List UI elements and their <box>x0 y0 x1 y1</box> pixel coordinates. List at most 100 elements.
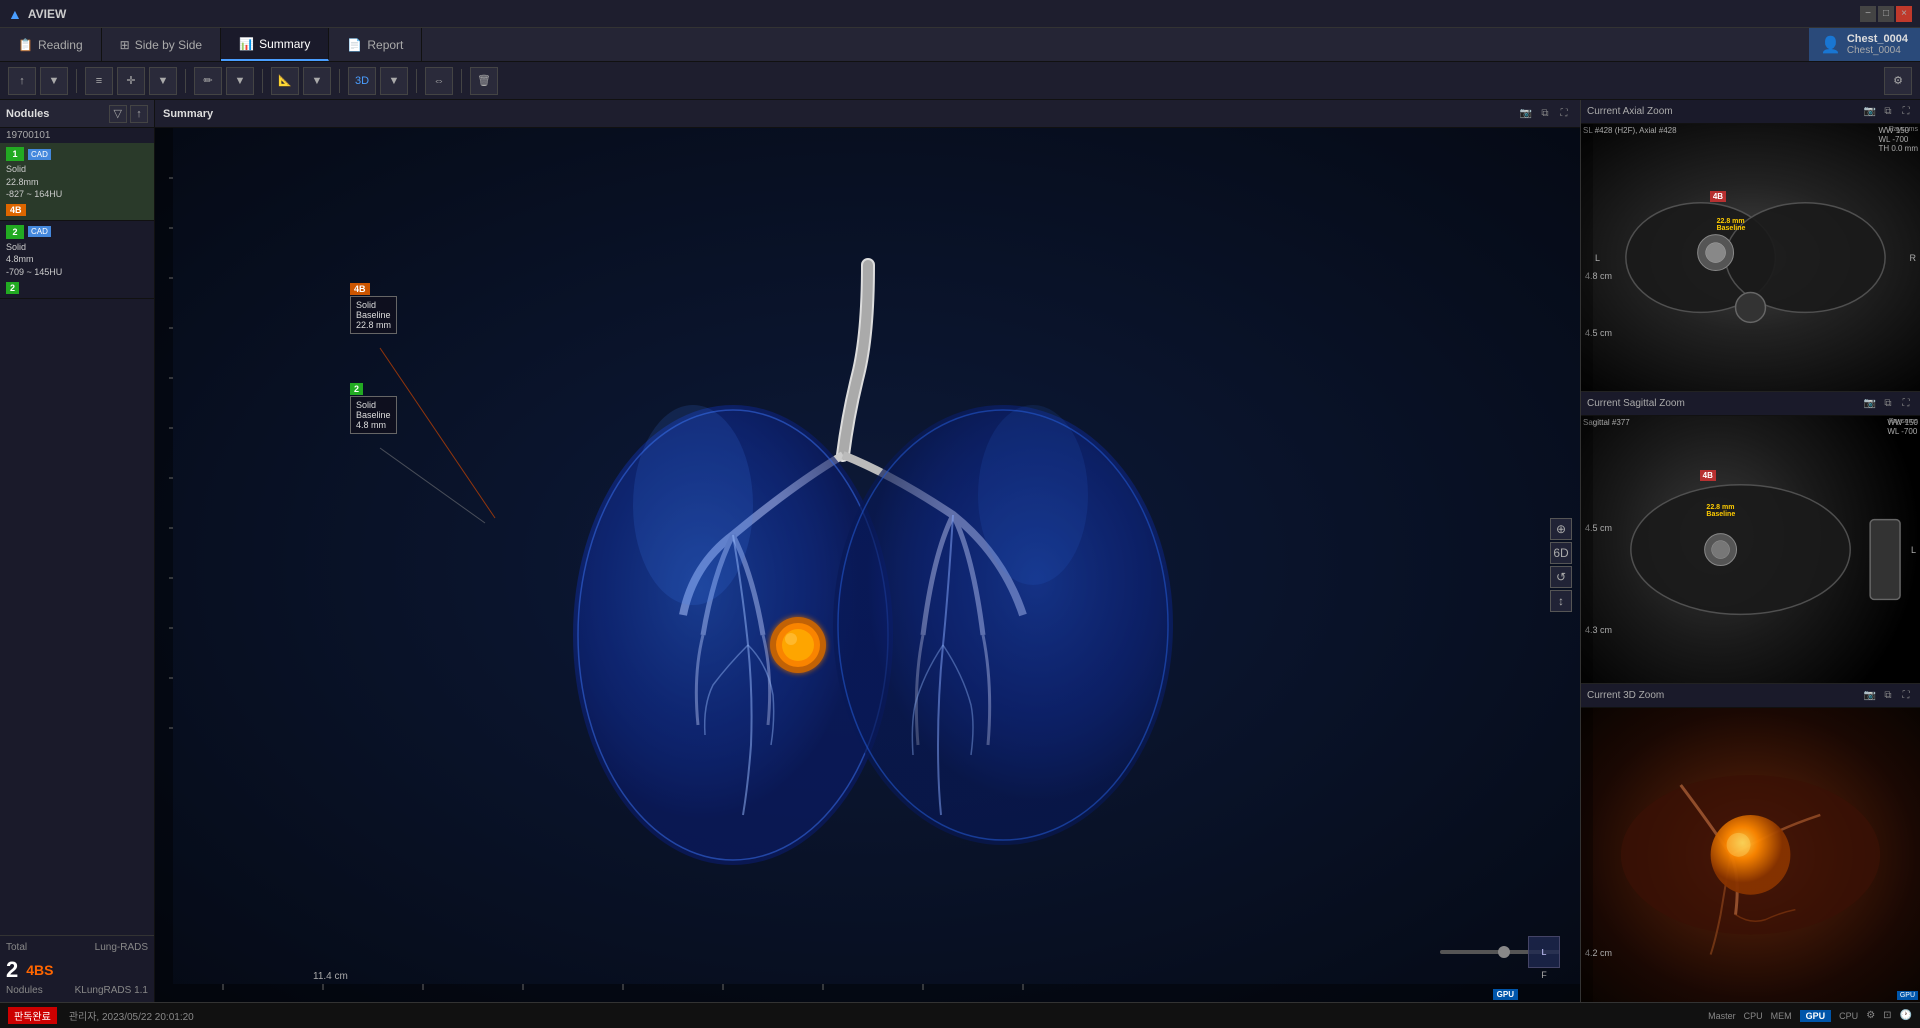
3d-zoom-content: 4.2 cm GPU <box>1581 708 1920 1002</box>
nodule-2-detail: Solid Baseline 4.8 mm <box>350 396 397 434</box>
sagittal-camera-icon[interactable]: 📷 <box>1862 396 1878 412</box>
nodules-sublabel: Nodules <box>6 985 43 996</box>
gpu-3d-button[interactable]: GPU <box>1493 989 1518 1000</box>
tab-sidebyside[interactable]: ⊞ Side by Side <box>102 28 221 61</box>
toolbar-sep-1 <box>76 69 77 93</box>
ct-3d-button[interactable]: 3D <box>348 67 376 95</box>
axial-ruler-v <box>1581 124 1593 391</box>
summary-view-title: Summary <box>163 108 213 120</box>
sagittal-title: Current Sagittal Zoom <box>1587 398 1685 409</box>
view-controls: 📷 ⧉ ⛶ <box>1518 106 1572 122</box>
report-icon: 📄 <box>347 38 362 52</box>
brightness-handle[interactable] <box>1498 946 1510 958</box>
nodule-2-cad-badge: CAD <box>28 226 51 237</box>
settings-button[interactable]: ⚙ <box>1884 67 1912 95</box>
nodules-sort-button[interactable]: ↑ <box>130 105 148 123</box>
center-area: Summary 📷 ⧉ ⛶ <box>155 100 1580 1002</box>
cpu-label: CPU <box>1744 1011 1763 1021</box>
sagittal-window-icon[interactable]: ⧉ <box>1880 396 1896 412</box>
sagittal-l-label: L <box>1911 545 1916 555</box>
tab-reading[interactable]: 📋 Reading <box>0 28 102 61</box>
axial-camera-icon[interactable]: 📷 <box>1862 104 1878 120</box>
3d-window-icon[interactable]: ⧉ <box>1880 688 1896 704</box>
axial-header: Current Axial Zoom 📷 ⧉ ⛶ <box>1581 100 1920 124</box>
nodule-4b-badge: 4B <box>350 283 370 295</box>
align-button[interactable]: ⇔ <box>425 67 453 95</box>
zoom-in-button[interactable]: ⊕ <box>1550 518 1572 540</box>
nodule-4b-baseline: Baseline <box>356 310 391 320</box>
nodules-header-controls: ▽ ↑ <box>109 105 148 123</box>
tabbar: 📋 Reading ⊞ Side by Side 📊 Summary 📄 Rep… <box>0 28 1920 62</box>
status-badge: 판독완료 <box>8 1007 57 1024</box>
axial-scan: SL #428 (H2F), Axial #428 WW 150 WL -700… <box>1581 124 1920 391</box>
nodules-header: Nodules ▽ ↑ <box>0 100 154 128</box>
axial-sl-label: SL #428 (H2F), Axial #428 <box>1583 126 1677 135</box>
crosshair-button[interactable]: ✛ <box>117 67 145 95</box>
axial-window-icon[interactable]: ⧉ <box>1880 104 1896 120</box>
axial-l-label: L <box>1595 253 1600 263</box>
tab-summary[interactable]: 📊 Summary <box>221 28 329 61</box>
fullscreen-icon[interactable]: ⛶ <box>1556 106 1572 122</box>
delete-button[interactable]: 🗑 <box>470 67 498 95</box>
nodule-4b-detail: Solid Baseline 22.8 mm <box>350 296 397 334</box>
axial-svg <box>1581 124 1920 391</box>
window-icon[interactable]: ⧉ <box>1537 106 1553 122</box>
k-lung-label: KLungRADS 1.1 <box>75 985 148 996</box>
ruler-vertical <box>155 128 173 1002</box>
sagittal-fullscreen-icon[interactable]: ⛶ <box>1898 396 1914 412</box>
settings-icon[interactable]: ⚙ <box>1866 1010 1875 1021</box>
tab-report[interactable]: 📄 Report <box>329 28 422 61</box>
sagittal-scan: Sagittal #377 WW 150 WL -700 4B 22.8 mm … <box>1581 416 1920 683</box>
main-content: Nodules ▽ ↑ 19700101 1 CAD Solid 22.8mm … <box>0 100 1920 1002</box>
measure-button[interactable]: 📐 <box>271 67 299 95</box>
orientation-labels: L F <box>1528 936 1560 980</box>
layout-button[interactable]: ≡ <box>85 67 113 95</box>
close-button[interactable]: × <box>1896 6 1912 22</box>
scroll-dropdown-button[interactable]: ▼ <box>40 67 68 95</box>
scroll-up-button[interactable]: ↑ <box>8 67 36 95</box>
toolbar-right: ⚙ <box>1884 67 1912 95</box>
camera-icon[interactable]: 📷 <box>1518 106 1534 122</box>
3d-fullscreen-icon[interactable]: ⛶ <box>1898 688 1914 704</box>
tab-reading-label: Reading <box>38 38 83 52</box>
toolbar-sep-2 <box>185 69 186 93</box>
nodule-item-1[interactable]: 1 CAD Solid 22.8mm -827 ~ 164HU 4B <box>0 143 154 221</box>
patient-id: Chest_0004 <box>1847 33 1908 45</box>
3d-camera-icon[interactable]: 📷 <box>1862 688 1878 704</box>
nodule-item-2[interactable]: 2 CAD Solid 4.8mm -709 ~ 145HU 2 <box>0 221 154 299</box>
titlebar-controls[interactable]: − □ × <box>1860 6 1912 22</box>
sagittal-panel: Current Sagittal Zoom 📷 ⧉ ⛶ <box>1581 392 1920 684</box>
app-icon: ▲ <box>8 6 22 22</box>
zoom-out-button[interactable]: 6D <box>1550 542 1572 564</box>
nodules-filter-button[interactable]: ▽ <box>109 105 127 123</box>
lung-svg <box>493 255 1243 875</box>
axial-raysums: Raysums <box>1889 126 1918 133</box>
gpu-button[interactable]: GPU <box>1800 1010 1832 1022</box>
crosshair-dropdown-button[interactable]: ▼ <box>149 67 177 95</box>
ruler-horizontal <box>173 984 1580 1002</box>
pen-button[interactable]: ✏ <box>194 67 222 95</box>
sagittal-ruler-v <box>1581 416 1593 683</box>
titlebar: ▲ AVIEW − □ × <box>0 0 1920 28</box>
nodule-1-badge: 1 <box>6 147 24 161</box>
summary-sublabels: Nodules KLungRADS 1.1 <box>6 985 148 996</box>
sagittal-nodule-label: 4B <box>1700 470 1716 481</box>
minimize-button[interactable]: − <box>1860 6 1876 22</box>
sidebyside-icon: ⊞ <box>120 38 130 52</box>
maximize-button[interactable]: □ <box>1878 6 1894 22</box>
ruler-h-svg <box>173 984 1580 1002</box>
summary-values: 2 4BS <box>6 957 148 983</box>
patient-avatar-icon: 👤 <box>1821 35 1841 55</box>
nodule-2-badge: 2 <box>6 225 24 239</box>
pen-dropdown-button[interactable]: ▼ <box>226 67 254 95</box>
sagittal-controls: 📷 ⧉ ⛶ <box>1862 396 1914 412</box>
master-label: Master <box>1708 1011 1736 1021</box>
viewport-3d[interactable]: 4B Solid Baseline 22.8 mm 2 Sol <box>155 128 1580 1002</box>
axial-fullscreen-icon[interactable]: ⛶ <box>1898 104 1914 120</box>
orientation-cube[interactable]: L <box>1528 936 1560 968</box>
study-date: 19700101 <box>0 128 154 143</box>
measure-dropdown-button[interactable]: ▼ <box>303 67 331 95</box>
ct-3d-dropdown-button[interactable]: ▼ <box>380 67 408 95</box>
zoom-reset-button[interactable]: ↺ <box>1550 566 1572 588</box>
zoom-fit-button[interactable]: ↕ <box>1550 590 1572 612</box>
